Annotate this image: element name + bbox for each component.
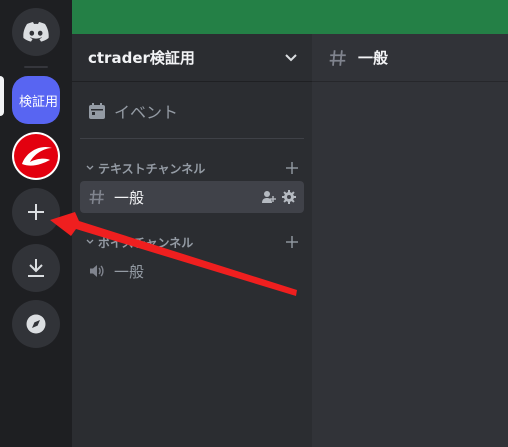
annotation-arrow	[50, 212, 297, 296]
